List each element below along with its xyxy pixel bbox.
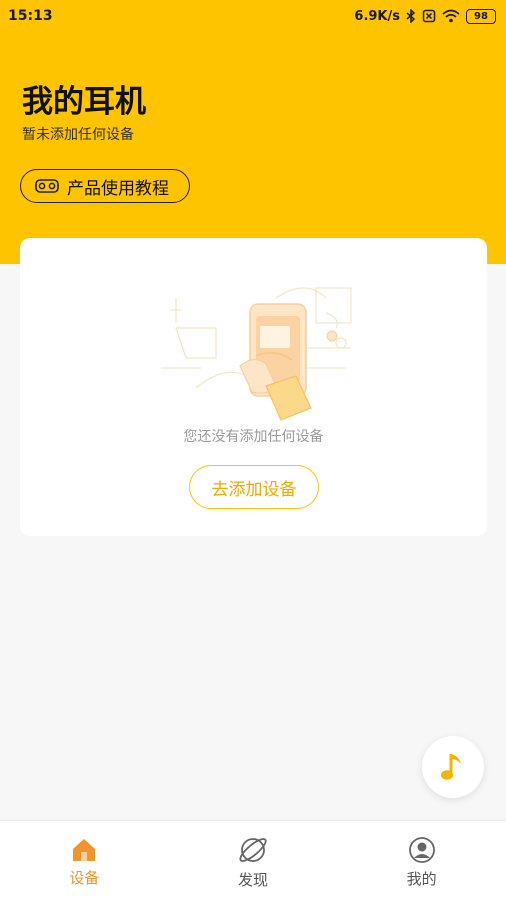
empty-state-message: 您还没有添加任何设备 (183, 429, 324, 445)
tutorial-label: 产品使用教程 (67, 178, 169, 199)
status-right: 6.9K/s 98 (354, 8, 496, 24)
music-note-icon (439, 750, 467, 784)
tutorial-button[interactable]: 产品使用教程 (20, 169, 190, 203)
add-device-button[interactable]: 去添加设备 (189, 465, 319, 509)
profile-icon (408, 836, 436, 864)
page-subtitle: 暂未添加任何设备 (22, 127, 134, 143)
wifi-icon (442, 9, 460, 23)
music-button[interactable] (422, 736, 484, 798)
nav-item-discover[interactable]: 发现 (169, 821, 338, 900)
network-speed: 6.9K/s (354, 8, 400, 24)
no-sim-icon (422, 9, 436, 23)
nav-label-devices: 设备 (69, 869, 100, 887)
nav-item-profile[interactable]: 我的 (337, 821, 506, 900)
bluetooth-icon (406, 9, 416, 23)
status-time: 15:13 (8, 8, 53, 24)
phone-hand-illustration (156, 268, 356, 428)
nav-label-discover: 发现 (238, 871, 269, 889)
vr-glasses-icon (35, 178, 59, 194)
battery-indicator: 98 (466, 8, 496, 24)
page-title: 我的耳机 (22, 84, 146, 120)
status-bar: 15:13 6.9K/s 98 (0, 0, 506, 32)
nav-label-profile: 我的 (406, 870, 437, 888)
nav-item-devices[interactable]: 设备 (0, 821, 169, 900)
bottom-navigation: 设备 发现 我的 (0, 820, 506, 900)
empty-device-card: 您还没有添加任何设备 去添加设备 (20, 238, 487, 536)
planet-icon (237, 835, 269, 865)
home-icon (70, 837, 98, 863)
